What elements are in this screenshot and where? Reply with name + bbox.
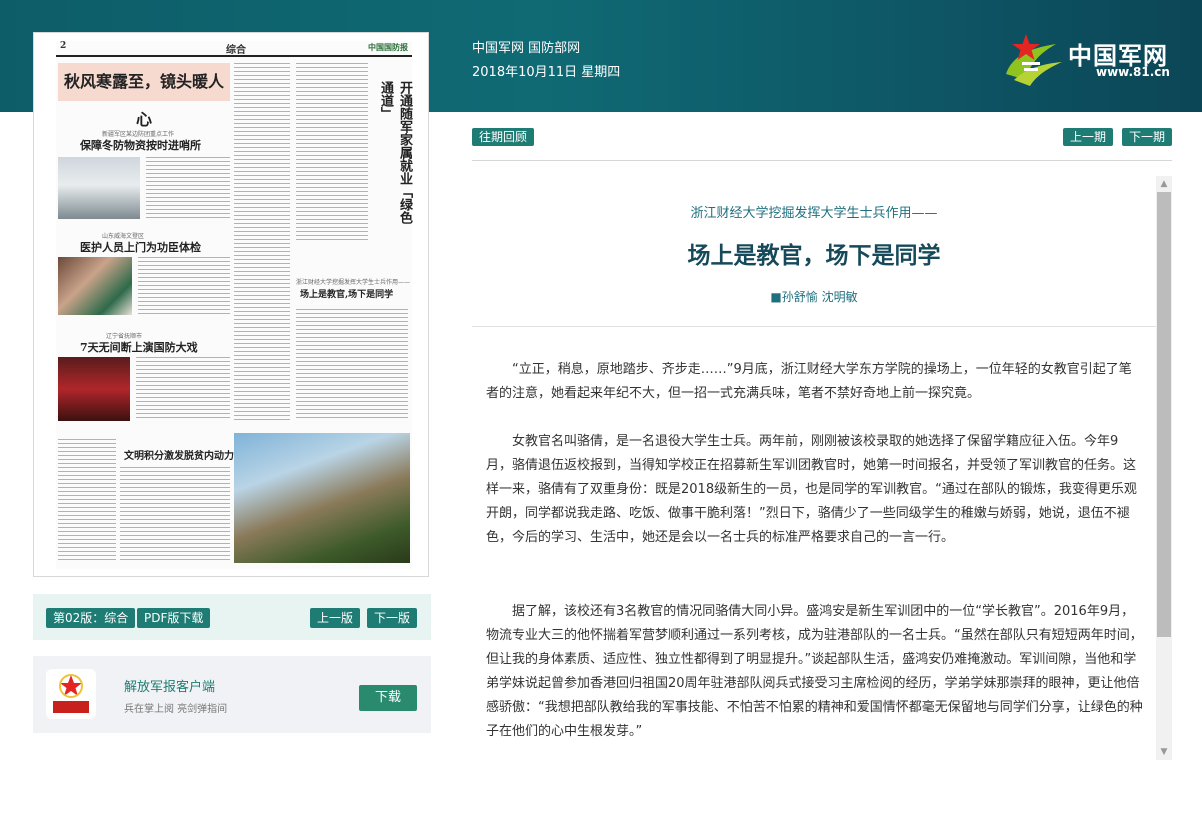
middle-column-text xyxy=(234,63,290,423)
prev-edition-button[interactable]: 上一版 xyxy=(310,608,361,628)
edition-pager: 第02版：综合 PDF版下载 上一版 下一版 xyxy=(33,594,431,640)
article-divider xyxy=(472,326,1156,327)
archive-button[interactable]: 往期回顾 xyxy=(472,128,535,146)
newspaper-banner: 秋风寒露至，镜头暖人心 xyxy=(58,63,230,129)
bottom-left-text xyxy=(58,439,116,563)
app-logo[interactable] xyxy=(46,669,96,719)
side-kicker: 浙江财经大学挖掘发挥大学生士兵作用—— xyxy=(296,279,411,286)
app-name[interactable]: 解放军报客户端 xyxy=(124,676,215,695)
jfjb-logo-icon xyxy=(53,674,89,713)
article-byline: ■孙舒愉 沈明敏 xyxy=(770,290,858,304)
article-panel[interactable]: 浙江财经大学挖掘发挥大学生士兵作用—— 场上是教官，场下是同学 ■孙舒愉 沈明敏… xyxy=(472,176,1172,760)
site-links[interactable]: 中国军网 国防部网 xyxy=(472,37,580,56)
article-paragraph: 女教官名叫骆倩，是一名退役大学生士兵。两年前，刚刚被该校录取的她选择了保留学籍应… xyxy=(486,434,1137,545)
prev-issue-button[interactable]: 上一期 xyxy=(1063,128,1114,146)
newspaper-section: 综合 xyxy=(226,45,246,56)
right-column-text xyxy=(296,63,368,243)
snow-photo xyxy=(58,157,140,219)
newspaper-page: 2 综合 中国国防报 秋风寒露至，镜头暖人心 新疆军区某边防团重点工作 保障冬防… xyxy=(56,41,412,569)
story3-text xyxy=(136,357,230,421)
app-promo: 解放军报客户端 兵在掌上阅 亮剑弹指间 下载 xyxy=(33,656,431,733)
story2-text xyxy=(138,257,230,315)
app-tagline: 兵在掌上阅 亮剑弹指间 xyxy=(124,704,228,715)
story4-title: 文明积分激发脱贫内动力 xyxy=(124,451,234,462)
logo-url: www.81.cn xyxy=(1096,65,1170,79)
farm-photo xyxy=(234,433,410,563)
army-emblem-icon xyxy=(1006,34,1062,86)
article-paragraph: “立正，稍息，原地踏步、齐步走……”9月底，浙江财经大学东方学院的操场上，一位年… xyxy=(486,362,1132,401)
newspaper-masthead: 2 综合 中国国防报 xyxy=(56,41,412,57)
story1-title: 保障冬防物资按时进哨所 xyxy=(80,139,201,152)
vertical-headline: 开通随军家属就业「绿色通道」 xyxy=(378,81,412,224)
scrollbar-thumb[interactable] xyxy=(1157,192,1171,637)
app-download-button[interactable]: 下载 xyxy=(359,685,417,711)
scroll-down-icon[interactable]: ▼ xyxy=(1156,744,1172,760)
pdf-download-button[interactable]: PDF版下载 xyxy=(137,608,211,628)
side-text xyxy=(296,309,408,421)
nav-divider xyxy=(472,160,1172,161)
medical-photo xyxy=(58,257,132,315)
issue-date: 2018年10月11日 星期四 xyxy=(472,65,621,80)
site-logo[interactable]: 中国军网 www.81.cn xyxy=(1000,30,1180,90)
newspaper-page-number: 2 xyxy=(60,41,67,51)
story4-text xyxy=(120,467,230,563)
newspaper-page-image[interactable]: 2 综合 中国国防报 秋风寒露至，镜头暖人心 新疆军区某边防团重点工作 保障冬防… xyxy=(33,32,429,577)
edition-label[interactable]: 第02版：综合 xyxy=(46,608,136,628)
next-edition-button[interactable]: 下一版 xyxy=(367,608,418,628)
article-subhead: 浙江财经大学挖掘发挥大学生士兵作用—— xyxy=(690,206,938,221)
newspaper-brand: 中国国防报 xyxy=(368,42,408,52)
story2-title: 医护人员上门为功臣体检 xyxy=(80,241,201,254)
performance-photo xyxy=(58,357,130,421)
next-issue-button[interactable]: 下一期 xyxy=(1122,128,1173,146)
scroll-up-icon[interactable]: ▲ xyxy=(1156,176,1172,192)
article-paragraph: 据了解，该校还有3名教官的情况同骆倩大同小异。盛鸿安是新生军训团中的一位“学长教… xyxy=(486,604,1143,739)
article-headline: 场上是教官，场下是同学 xyxy=(687,243,941,269)
story3-title: 7天无间断上演国防大戏 xyxy=(80,341,198,354)
story1-text xyxy=(146,157,230,219)
side-title: 场上是教官,场下是同学 xyxy=(300,290,394,300)
